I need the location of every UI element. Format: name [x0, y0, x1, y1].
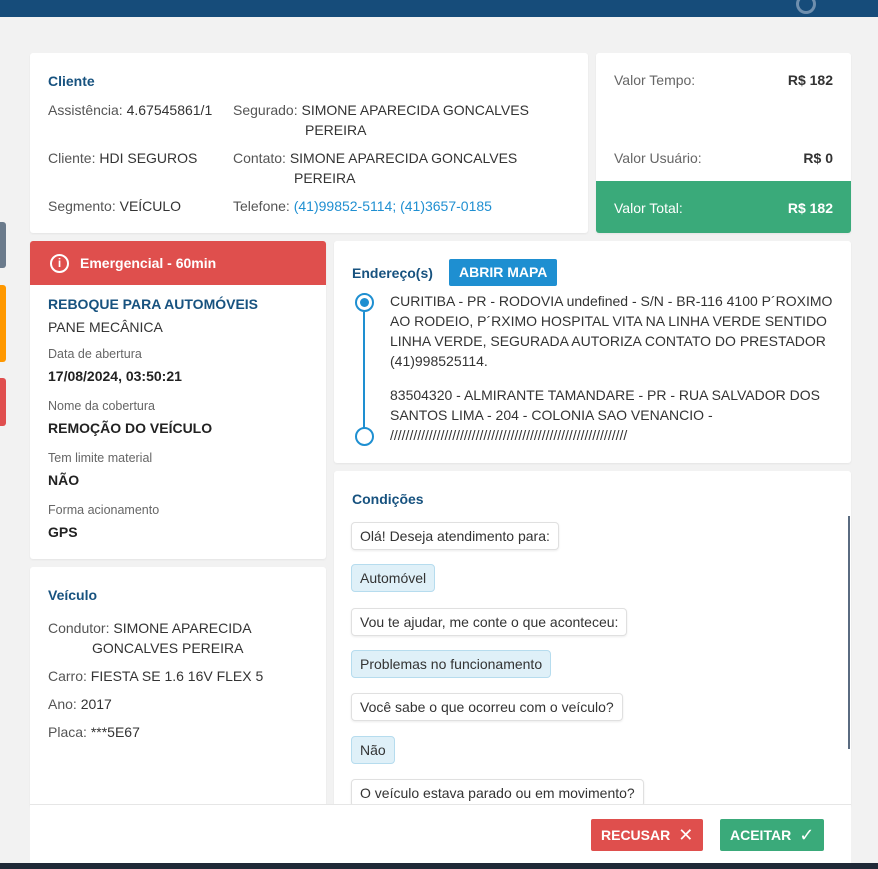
- vehicle-card: Veículo Condutor: SIMONE APARECIDA GONCA…: [30, 567, 326, 807]
- route-timeline: [355, 293, 375, 446]
- top-header-bar: [0, 0, 878, 17]
- plate-field: Placa: ***5E67: [48, 724, 140, 740]
- user-icon[interactable]: [796, 0, 816, 14]
- cliente-field: Cliente: HDI SEGUROS: [48, 150, 198, 166]
- valor-tempo-label: Valor Tempo:: [614, 72, 696, 88]
- trigger-value: GPS: [48, 524, 78, 540]
- route-line: [363, 312, 365, 428]
- telefone-field: Telefone: (41)99852-5114; (41)3657-0185: [233, 198, 492, 214]
- limit-value: NÃO: [48, 472, 80, 488]
- emergency-banner: i Emergencial - 60min: [30, 241, 326, 285]
- accept-button[interactable]: ACEITAR ✓: [720, 819, 825, 851]
- conditions-card: Condições Olá! Deseja atendimento para: …: [334, 471, 851, 807]
- chat-message-answer: Automóvel: [351, 564, 436, 592]
- destination-marker-icon: [355, 427, 374, 446]
- origin-marker-icon: [355, 293, 374, 312]
- trigger-label: Forma acionamento: [48, 503, 160, 517]
- car-field: Carro: FIESTA SE 1.6 16V FLEX 5: [48, 668, 264, 684]
- opened-label: Data de abertura: [48, 347, 142, 361]
- service-type: REBOQUE PARA AUTOMÓVEIS: [48, 296, 259, 312]
- vehicle-title: Veículo: [48, 587, 98, 603]
- driver-value-line-2: GONCALVES PEREIRA: [92, 640, 244, 656]
- open-map-button[interactable]: ABRIR MAPA: [449, 259, 558, 286]
- coverage-value: REMOÇÃO DO VEÍCULO: [48, 420, 213, 436]
- year-field: Ano: 2017: [48, 696, 112, 712]
- valor-usuario-label: Valor Usuário:: [614, 150, 702, 166]
- limit-label: Tem limite material: [48, 451, 153, 465]
- client-title: Cliente: [48, 73, 95, 89]
- valor-usuario-value: R$ 0: [803, 150, 833, 166]
- valor-total-label: Valor Total:: [614, 200, 683, 216]
- refuse-button[interactable]: RECUSAR ✕: [591, 819, 704, 851]
- coverage-label: Nome da cobertura: [48, 399, 156, 413]
- segurado-value-line-2: PEREIRA: [305, 122, 367, 138]
- conditions-title: Condições: [352, 491, 424, 507]
- chat-message-question: Vou te ajudar, me conte o que aconteceu:: [351, 608, 628, 636]
- opened-value: 17/08/2024, 03:50:21: [48, 368, 182, 384]
- segurado-field: Segurado: SIMONE APARECIDA GONCALVES: [233, 102, 529, 118]
- valor-total-bar: Valor Total: R$ 182: [596, 181, 851, 233]
- contato-value-line-2: PEREIRA: [294, 170, 356, 186]
- problem-text: PANE MECÂNICA: [48, 319, 163, 335]
- address-card: Endereço(s) ABRIR MAPA CURITIBA - PR - R…: [334, 241, 851, 463]
- address-title: Endereço(s): [352, 265, 433, 281]
- info-icon: i: [50, 254, 69, 273]
- assistencia-field: Assistência: 4.67545861/1: [48, 102, 213, 118]
- emergency-label: Emergencial - 60min: [80, 255, 217, 271]
- action-bar: RECUSAR ✕ ACEITAR ✓: [30, 804, 851, 863]
- chat-message-question: Você sabe o que ocorreu com o veículo?: [351, 693, 623, 721]
- chat-message-answer: Não: [351, 736, 395, 764]
- conditions-scrollbar[interactable]: [848, 516, 850, 749]
- service-card: i Emergencial - 60min REBOQUE PARA AUTOM…: [30, 241, 326, 559]
- driver-field: Condutor: SIMONE APARECIDA: [48, 620, 252, 636]
- origin-address: CURITIBA - PR - RODOVIA undefined - S/N …: [390, 293, 833, 369]
- values-card: Valor Tempo: R$ 182 Valor Usuário: R$ 0 …: [596, 53, 851, 233]
- client-card: Cliente Assistência: 4.67545861/1 Segura…: [30, 53, 588, 233]
- close-icon: ✕: [678, 825, 694, 845]
- contato-field: Contato: SIMONE APARECIDA GONCALVES: [233, 150, 518, 166]
- valor-tempo-value: R$ 182: [787, 72, 833, 88]
- chat-message-question: Olá! Deseja atendimento para:: [351, 522, 559, 550]
- destination-address: 83504320 - ALMIRANTE TAMANDARE - PR - RU…: [390, 387, 820, 443]
- check-icon: ✓: [799, 825, 815, 845]
- side-tab-red[interactable]: [0, 378, 6, 426]
- chat-message-answer: Problemas no funcionamento: [351, 650, 552, 678]
- chat-message-question: O veículo estava parado ou em movimento?: [351, 779, 644, 807]
- telefone-link[interactable]: (41)99852-5114; (41)3657-0185: [294, 198, 492, 214]
- side-tab-gray[interactable]: [0, 222, 6, 268]
- valor-total-value: R$ 182: [787, 200, 833, 216]
- bottom-bar: [0, 863, 878, 869]
- segmento-field: Segmento: VEÍCULO: [48, 198, 182, 214]
- side-tab-orange[interactable]: [0, 285, 6, 362]
